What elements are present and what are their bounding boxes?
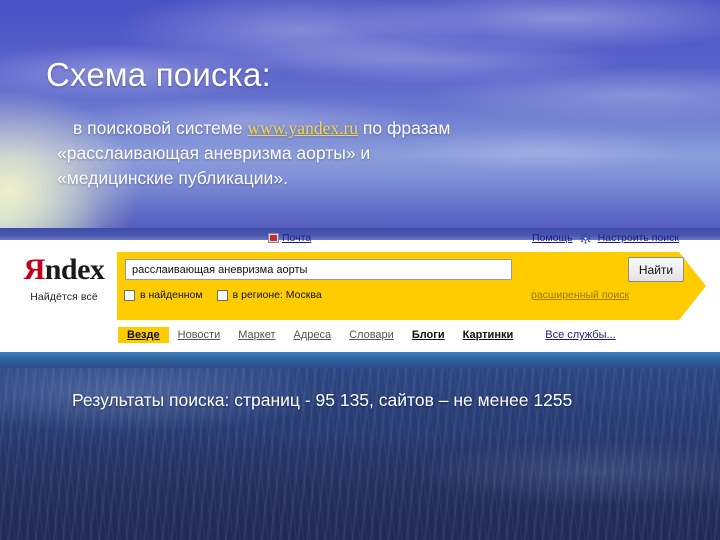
yandex-logo-text: Яndex <box>16 254 112 286</box>
option-in-region-label: в регионе: Москва <box>232 289 322 301</box>
nav-item-news[interactable]: Новости <box>169 327 230 343</box>
search-button[interactable]: Найти <box>628 257 684 282</box>
search-input[interactable]: расслаивающая аневризма аорты <box>125 259 512 280</box>
help-settings-group: Помощь Настроить поиск <box>532 232 679 244</box>
nav-item-dictionaries[interactable]: Словари <box>340 327 403 343</box>
mail-link[interactable]: Почта <box>282 232 311 244</box>
option-in-found[interactable]: в найденном <box>124 289 203 301</box>
gear-icon <box>579 232 591 244</box>
nav-item-addresses[interactable]: Адреса <box>284 327 340 343</box>
yandex-tagline: Найдётся всё <box>30 291 98 303</box>
results-caption: Результаты поиска: страниц - 95 135, сай… <box>72 390 573 410</box>
slide-title: Схема поиска: <box>46 56 271 93</box>
help-link[interactable]: Помощь <box>532 232 573 244</box>
advanced-search-link[interactable]: расширенный поиск <box>531 289 629 301</box>
option-in-region[interactable]: в регионе: Москва <box>216 289 322 301</box>
yandex-screenshot: Почта Помощь Настроить поиск Яndex Найдё… <box>0 228 720 352</box>
checkbox-in-found[interactable] <box>124 289 135 301</box>
slide-body: в поисковой системе www.yandex.ru по фра… <box>57 116 657 191</box>
checkbox-in-region[interactable] <box>216 289 228 301</box>
mail-icon <box>268 233 279 243</box>
mail-link-group[interactable]: Почта <box>268 232 311 244</box>
sea-background <box>0 352 720 540</box>
sea-horizon <box>0 352 720 368</box>
body-text-suffix: по фразам <box>358 118 451 138</box>
services-nav: Везде Новости Маркет Адреса Словари Блог… <box>118 327 625 343</box>
presentation-slide: Схема поиска: в поисковой системе www.ya… <box>0 0 720 540</box>
nav-item-all-services[interactable]: Все службы... <box>536 327 624 343</box>
slide-body-line-3: «медицинские публикации». <box>57 168 288 188</box>
nav-item-everywhere[interactable]: Везде <box>118 327 169 343</box>
slide-body-line-1: в поисковой системе www.yandex.ru по фра… <box>57 116 657 141</box>
logo-letters-ndex: ndex <box>44 253 105 286</box>
body-text-prefix: в поисковой системе <box>73 118 248 138</box>
slide-body-line-2: «расслаивающая аневризма аорты» и <box>57 143 371 163</box>
nav-item-market[interactable]: Маркет <box>229 327 284 343</box>
option-in-found-label: в найденном <box>140 289 203 301</box>
logo-letter-ya: Я <box>23 253 46 286</box>
nav-item-blogs[interactable]: Блоги <box>403 327 454 343</box>
nav-item-images[interactable]: Картинки <box>454 327 523 343</box>
yandex-url-link[interactable]: www.yandex.ru <box>247 118 358 138</box>
search-options: в найденном в регионе: Москва <box>124 289 322 301</box>
settings-link[interactable]: Настроить поиск <box>598 232 679 244</box>
yandex-top-bar: Почта Помощь Настроить поиск <box>0 228 720 248</box>
yandex-logo[interactable]: Яndex Найдётся всё <box>16 254 112 304</box>
